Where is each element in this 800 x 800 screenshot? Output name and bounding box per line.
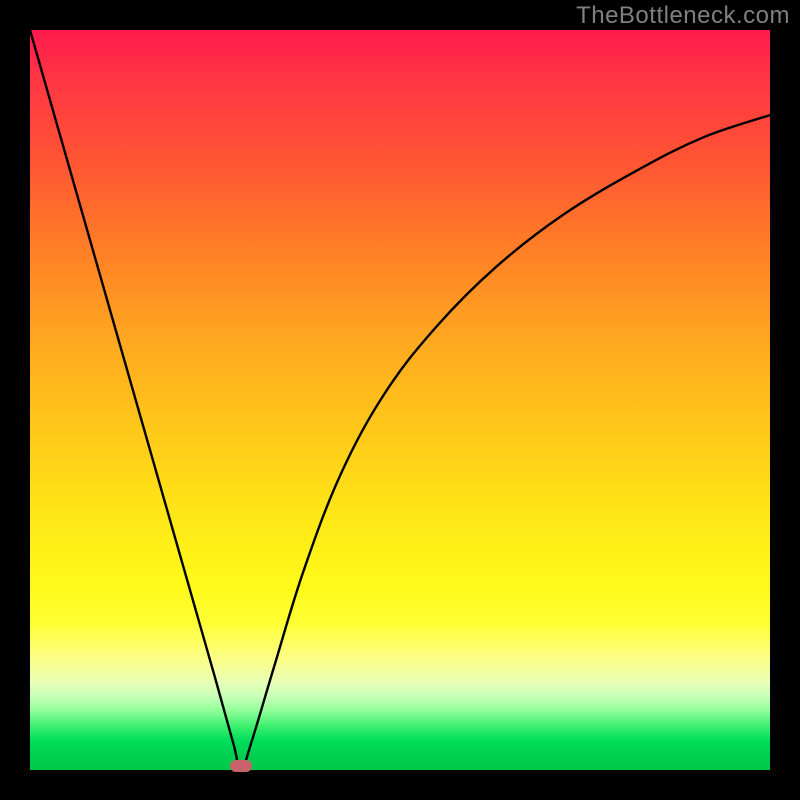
watermark-text: TheBottleneck.com (576, 2, 790, 30)
bottleneck-curve (30, 30, 770, 770)
minimum-marker (230, 760, 252, 772)
plot-area (30, 30, 770, 770)
chart-frame: TheBottleneck.com (0, 0, 800, 800)
curve-svg (30, 30, 770, 770)
